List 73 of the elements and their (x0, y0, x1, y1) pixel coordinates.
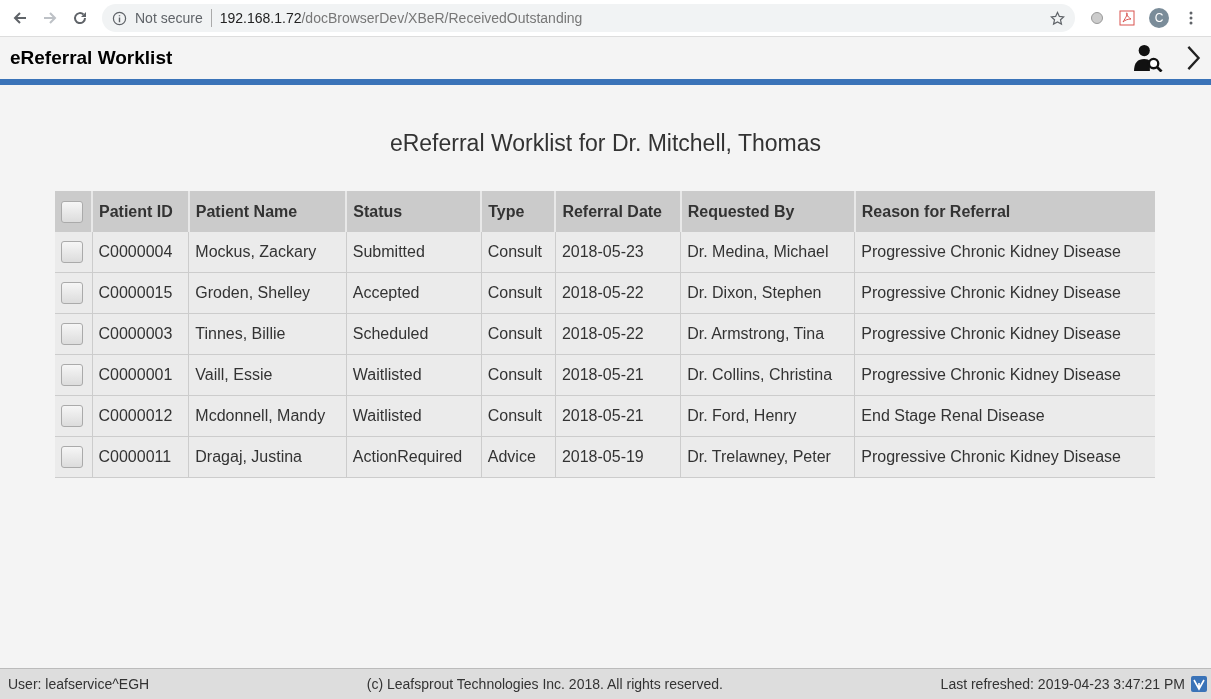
table-cell: C0000011 (92, 436, 189, 478)
table-cell: Consult (481, 232, 556, 273)
table-cell: Advice (481, 436, 556, 478)
column-header[interactable]: Referral Date (555, 191, 681, 232)
table-cell: Dr. Ford, Henry (680, 395, 855, 437)
table-cell: C0000003 (92, 313, 189, 355)
table-cell: Waitlisted (346, 354, 482, 396)
back-icon[interactable] (12, 10, 28, 26)
reload-icon[interactable] (72, 10, 88, 26)
table-cell: Waitlisted (346, 395, 482, 437)
table-cell: Progressive Chronic Kidney Disease (854, 354, 1155, 396)
table-cell: Consult (481, 272, 556, 314)
table-cell: Groden, Shelley (188, 272, 347, 314)
table-cell: ActionRequired (346, 436, 482, 478)
table-cell: 2018-05-21 (555, 395, 681, 437)
checkbox[interactable] (61, 364, 83, 386)
table-cell: C0000004 (92, 232, 189, 273)
table-cell: Progressive Chronic Kidney Disease (854, 272, 1155, 314)
page-heading: eReferral Worklist for Dr. Mitchell, Thomas (388, 130, 823, 157)
checkbox[interactable] (61, 405, 83, 427)
person-search-icon[interactable] (1133, 44, 1163, 72)
column-header[interactable]: Status (346, 191, 482, 232)
table-cell: Scheduled (346, 313, 482, 355)
address-bar[interactable]: Not secure 192.168.1.72/docBrowserDev/XBeR/ReceivedOutstanding (102, 4, 1075, 32)
checkbox[interactable] (61, 282, 83, 304)
table-cell: Submitted (346, 232, 482, 273)
user-label: User: leafservice^EGH (8, 676, 150, 692)
table-cell: Dr. Medina, Michael (680, 232, 855, 273)
table-cell: 2018-05-22 (555, 272, 681, 314)
table-cell: Progressive Chronic Kidney Disease (854, 313, 1155, 355)
table-cell: Tinnes, Billie (188, 313, 347, 355)
column-header[interactable]: Type (481, 191, 556, 232)
table-cell: C0000015 (92, 272, 189, 314)
table-cell: 2018-05-19 (555, 436, 681, 478)
table-cell: C0000012 (92, 395, 189, 437)
column-header[interactable]: Reason for Referral (854, 191, 1155, 232)
checkbox[interactable] (61, 446, 83, 468)
table-cell: 2018-05-21 (555, 354, 681, 396)
table-cell: Mcdonnell, Mandy (188, 395, 347, 437)
info-icon[interactable] (112, 10, 127, 26)
checkbox[interactable] (61, 323, 83, 345)
table-cell: Dr. Dixon, Stephen (680, 272, 855, 314)
forward-icon[interactable] (42, 10, 58, 26)
extension-icon[interactable] (1089, 10, 1105, 26)
table-cell: End Stage Renal Disease (854, 395, 1155, 437)
security-label: Not secure (135, 10, 203, 26)
table-cell: Consult (481, 395, 556, 437)
table-cell: Mockus, Zackary (188, 232, 347, 273)
table-cell: Accepted (346, 272, 482, 314)
table-cell: Dr. Armstrong, Tina (680, 313, 855, 355)
last-refreshed-text: Last refreshed: 2019-04-23 3:47:21 PM (940, 676, 1185, 692)
column-header[interactable]: Patient Name (188, 191, 347, 232)
table-cell: Vaill, Essie (188, 354, 347, 396)
table-cell: Consult (481, 313, 556, 355)
app-title: eReferral Worklist (10, 47, 174, 69)
checkbox[interactable] (61, 241, 83, 263)
column-header[interactable]: Requested By (680, 191, 855, 232)
pdf-extension-icon[interactable] (1119, 10, 1135, 26)
table-cell: C0000001 (92, 354, 189, 396)
checkbox[interactable] (61, 200, 83, 223)
table-cell: Progressive Chronic Kidney Disease (854, 232, 1155, 273)
table-cell: 2018-05-22 (555, 313, 681, 355)
column-header[interactable]: Patient ID (92, 191, 189, 232)
chevron-right-icon[interactable] (1185, 45, 1201, 71)
url-text: 192.168.1.72/docBrowserDev/XBeR/ReceivedOutstanding (219, 10, 584, 26)
table-cell: 2018-05-23 (555, 232, 681, 273)
star-icon[interactable] (1050, 10, 1065, 26)
table-cell: Dragaj, Justina (188, 436, 347, 478)
copyright-text: (c) Leafsprout Technologies Inc. 2018. All rights reserved. (366, 676, 723, 692)
table-cell: Consult (481, 354, 556, 396)
table-cell: Dr. Trelawney, Peter (680, 436, 855, 478)
table-cell: Progressive Chronic Kidney Disease (854, 436, 1155, 478)
table-cell: Dr. Collins, Christina (680, 354, 855, 396)
